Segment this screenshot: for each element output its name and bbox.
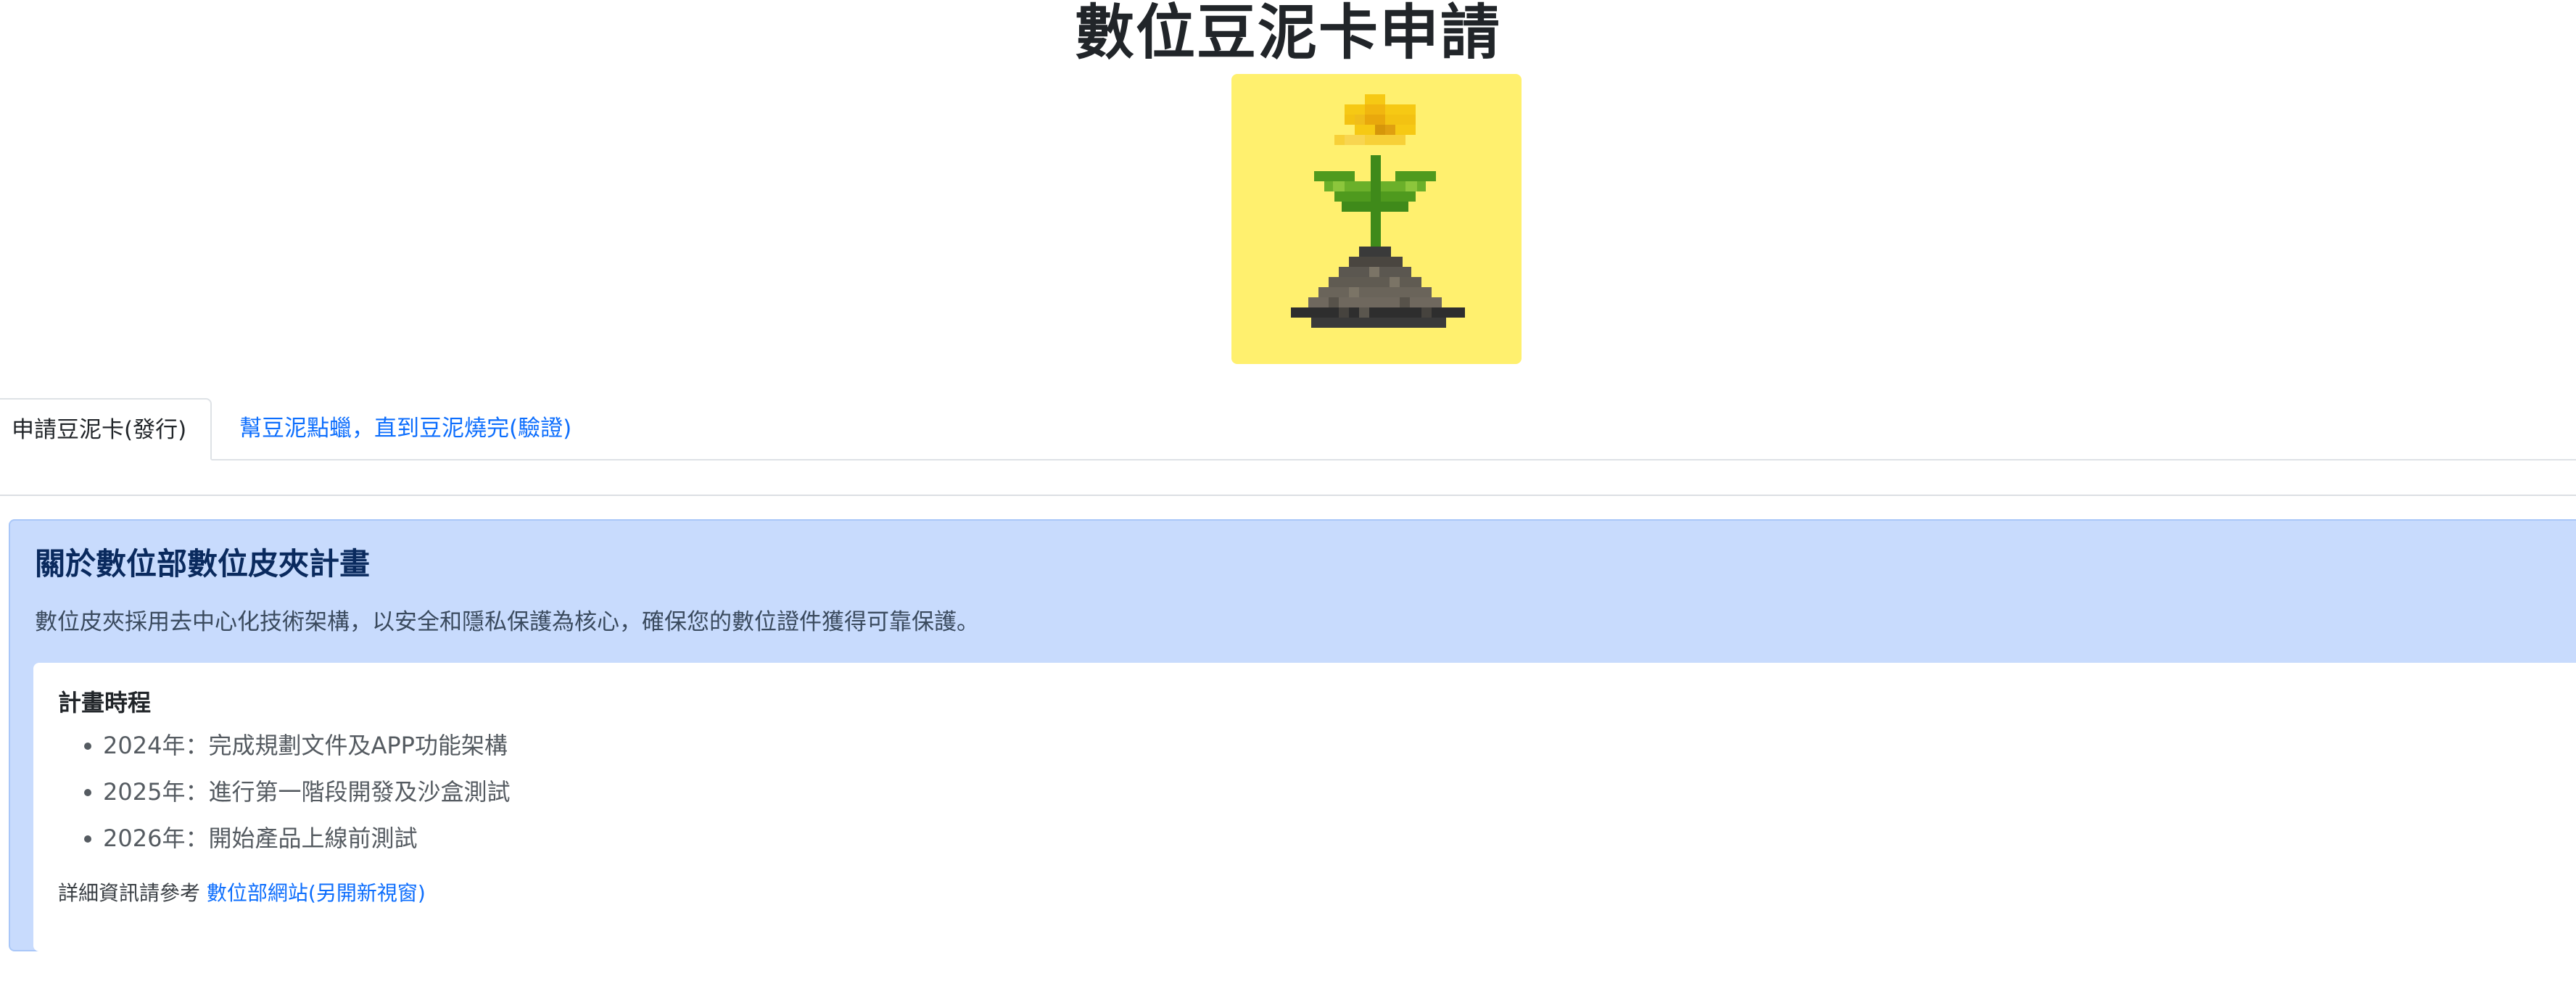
tab-apply-card[interactable]: 申請豆泥卡(發行) xyxy=(0,398,212,460)
timeline-item-text: 2025年：進行第一階段開發及沙盒測試 xyxy=(103,778,511,806)
tab-bar: 申請豆泥卡(發行) 幫豆泥點蠟，直到豆泥燒完(驗證) xyxy=(0,398,2576,460)
info-heading: 關於數位部數位皮夾計畫 xyxy=(35,546,371,582)
divider xyxy=(0,495,2576,496)
info-panel: 關於數位部數位皮夾計畫 數位皮夾採用去中心化技術架構，以安全和隱私保護為核心，確… xyxy=(9,519,2576,951)
reference-prefix: 詳細資訊請參考 xyxy=(58,881,201,905)
timeline-item-text: 2026年：開始產品上線前測試 xyxy=(103,824,418,852)
tab-verify-card[interactable]: 幫豆泥點蠟，直到豆泥燒完(驗證) xyxy=(218,398,593,459)
list-item: 2024年：完成規劃文件及APP功能架構 xyxy=(58,722,510,769)
moda-website-link[interactable]: 數位部網站(另開新視窗) xyxy=(207,881,426,905)
list-item: 2025年：進行第一階段開發及沙盒測試 xyxy=(58,769,510,815)
page: 數位豆泥卡申請 申請豆泥卡(發行) 幫豆泥點蠟，直到豆泥燒完(驗證) 關於數位部… xyxy=(0,0,2576,992)
pixel-flower-sprout-icon xyxy=(1291,94,1465,328)
timeline-list: 2024年：完成規劃文件及APP功能架構 2025年：進行第一階段開發及沙盒測試… xyxy=(58,722,510,861)
bullet-icon xyxy=(84,789,91,796)
logo xyxy=(1231,74,1522,364)
reference-line: 詳細資訊請參考 數位部網站(另開新視窗) xyxy=(58,877,426,906)
timeline-heading: 計畫時程 xyxy=(58,689,152,716)
bullet-icon xyxy=(84,835,91,843)
timeline-card: 計畫時程 2024年：完成規劃文件及APP功能架構 2025年：進行第一階段開發… xyxy=(33,663,2576,951)
bullet-icon xyxy=(84,743,91,750)
list-item: 2026年：開始產品上線前測試 xyxy=(58,815,510,861)
timeline-item-text: 2024年：完成規劃文件及APP功能架構 xyxy=(103,732,508,759)
page-title: 數位豆泥卡申請 xyxy=(1074,0,1501,67)
info-description: 數位皮夾採用去中心化技術架構，以安全和隱私保護為核心，確保您的數位證件獲得可靠保… xyxy=(35,609,979,635)
